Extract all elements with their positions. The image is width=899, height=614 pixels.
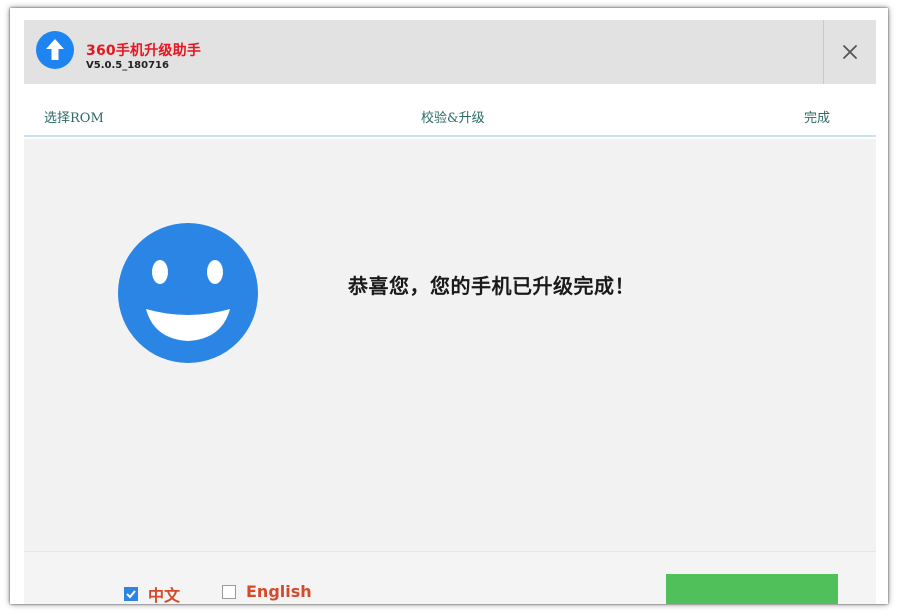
language-option-chinese[interactable]: 中文	[124, 582, 180, 604]
app-logo-icon	[36, 31, 74, 69]
close-icon	[843, 45, 857, 59]
step-select-rom: 选择ROM	[44, 111, 104, 126]
app-version: V5.0.5_180716	[86, 60, 169, 71]
step-indicator: 选择ROM 校验&升级 完成	[24, 84, 876, 137]
app-name: 360手机升级助手	[86, 43, 202, 59]
step-complete: 完成	[804, 111, 831, 126]
smiley-face-icon	[118, 223, 258, 363]
app-window: 360手机升级助手 V5.0.5_180716 选择ROM 校验&升级 完成 恭…	[10, 8, 888, 604]
step-verify-upgrade: 校验&升级	[421, 111, 485, 126]
primary-action-button[interactable]	[666, 574, 838, 604]
close-button[interactable]	[824, 20, 876, 84]
check-icon	[126, 590, 136, 599]
checkbox-chinese[interactable]	[124, 587, 138, 601]
language-label-english: English	[246, 582, 312, 601]
content-area: 恭喜您，您的手机已升级完成！	[24, 139, 876, 551]
language-option-english[interactable]: English	[222, 582, 312, 601]
checkbox-english[interactable]	[222, 584, 236, 599]
footer-bar: 中文 English	[24, 551, 876, 604]
success-message: 恭喜您，您的手机已升级完成！	[348, 274, 635, 298]
step-progress-line	[24, 135, 876, 137]
language-label-chinese: 中文	[148, 586, 181, 604]
title-bar: 360手机升级助手 V5.0.5_180716	[24, 20, 876, 84]
